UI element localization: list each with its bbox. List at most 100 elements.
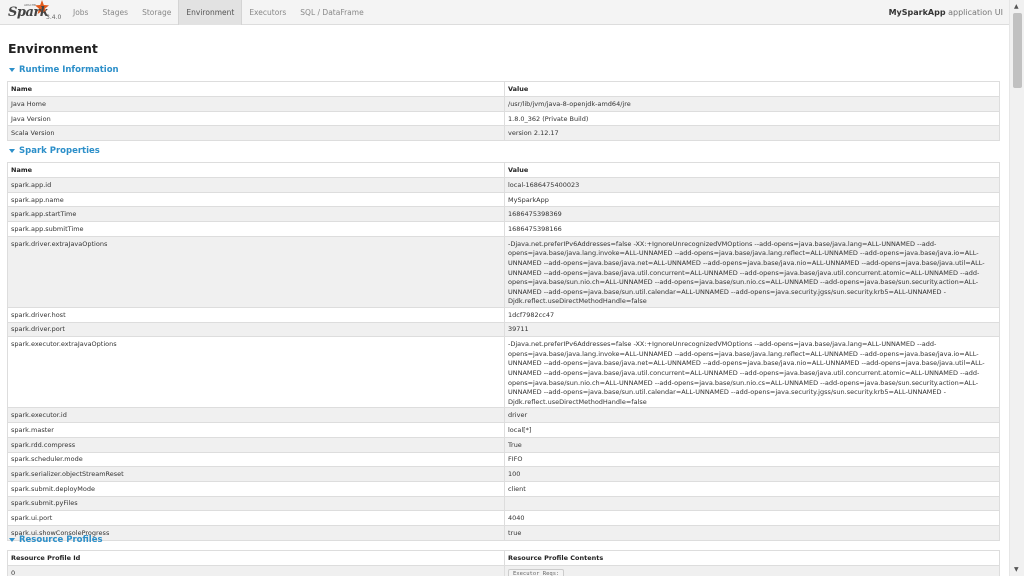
resource-profiles-table: Resource Profile Id Resource Profile Con… — [7, 550, 1000, 576]
table-row: spark.driver.host 1dcf7982cc47 — [7, 306, 1000, 323]
cell-value: /usr/lib/jvm/java-8-openjdk-amd64/jre — [504, 96, 1000, 112]
cell-value: local-1686475400023 — [504, 177, 1000, 193]
section-title: Resource Profiles — [19, 535, 103, 545]
cell-value: version 2.12.17 — [504, 125, 1000, 142]
cell-value: 1dcf7982cc47 — [504, 306, 1000, 323]
column-header-name[interactable]: Name — [7, 162, 505, 178]
executor-reqs-block: Executor Reqs: — [508, 569, 565, 576]
scroll-down-icon[interactable]: ▼ — [1014, 566, 1019, 573]
cell-name: spark.driver.host — [7, 306, 505, 323]
cell-name: spark.scheduler.mode — [7, 451, 505, 468]
table-row: Java Version 1.8.0_362 (Private Build) — [7, 110, 1000, 127]
column-header-resource-profile-contents[interactable]: Resource Profile Contents — [504, 550, 1000, 566]
cell-name: spark.driver.extraJavaOptions — [7, 235, 505, 308]
nav-tabs: Jobs Stages Storage Environment Executor… — [66, 0, 371, 25]
runtime-information-table: Name Value Java Home/usr/lib/jvm/java-8-… — [7, 81, 1000, 142]
cell-value: -Djava.net.preferIPv6Addresses=false -XX… — [504, 336, 1000, 409]
section-spark-properties[interactable]: Spark Properties — [8, 146, 100, 156]
spark-logo[interactable]: APACHE Spark 3.4.0 — [6, 0, 62, 25]
cell-value: true — [504, 524, 1000, 541]
cell-name: spark.submit.deployMode — [7, 480, 505, 497]
cell-value: MySparkApp — [504, 191, 1000, 208]
table-row: spark.driver.extraJavaOptions -Djava.net.… — [7, 235, 1000, 308]
cell-value: 1686475398369 — [504, 206, 1000, 223]
table-row: spark.executor.extraJavaOptions -Djava.ne… — [7, 336, 1000, 409]
app-suffix: application UI — [948, 8, 1003, 17]
cell-name: spark.driver.port — [7, 321, 505, 338]
cell-value: 1.8.0_362 (Private Build) — [504, 110, 1000, 127]
main-content: Environment Runtime Information Name Val… — [0, 25, 1009, 576]
tab-storage[interactable]: Storage — [135, 0, 178, 25]
column-header-value[interactable]: Value — [504, 162, 1000, 178]
spark-version: 3.4.0 — [46, 14, 62, 21]
table-row: Java Home/usr/lib/jvm/java-8-openjdk-amd… — [7, 96, 1000, 112]
cell-value: Executor Reqs: — [504, 565, 1000, 576]
cell-name: spark.app.name — [7, 191, 505, 208]
cell-value: driver — [504, 407, 1000, 424]
table-row: spark.submit.deployMode client — [7, 480, 1000, 497]
table-row: spark.rdd.compress True — [7, 436, 1000, 453]
vertical-scrollbar[interactable]: ▲ ▼ — [1009, 0, 1024, 576]
cell-value: local[*] — [504, 422, 1000, 438]
cell-value: FIFO — [504, 451, 1000, 468]
cell-name: spark.ui.port — [7, 510, 505, 526]
cell-value: True — [504, 436, 1000, 453]
cell-value: 100 — [504, 466, 1000, 482]
cell-name: Java Home — [7, 96, 505, 112]
tab-jobs[interactable]: Jobs — [66, 0, 95, 25]
caret-down-icon — [9, 68, 15, 72]
app-name-label: MySparkApp application UI — [889, 0, 1003, 25]
column-header-value[interactable]: Value — [504, 81, 1000, 97]
table-row: spark.submit.pyFiles — [7, 495, 1000, 512]
cell-name: Scala Version — [7, 125, 505, 142]
navbar: APACHE Spark 3.4.0 Jobs Stages Storage E… — [0, 0, 1009, 25]
cell-value: 1686475398166 — [504, 221, 1000, 237]
cell-name: spark.app.id — [7, 177, 505, 193]
page-title: Environment — [8, 41, 98, 56]
cell-value: 39711 — [504, 321, 1000, 338]
table-row: spark.app.name MySparkApp — [7, 191, 1000, 208]
cell-name: spark.executor.extraJavaOptions — [7, 336, 505, 409]
table-row: 0 Executor Reqs: — [7, 565, 1000, 576]
cell-value: 4040 — [504, 510, 1000, 526]
cell-name: 0 — [7, 565, 505, 576]
column-header-name[interactable]: Name — [7, 81, 505, 97]
cell-value: client — [504, 480, 1000, 497]
table-row: spark.app.submitTime 1686475398166 — [7, 221, 1000, 237]
scroll-up-icon[interactable]: ▲ — [1014, 3, 1019, 10]
table-row: spark.ui.showConsoleProgress true — [7, 524, 1000, 541]
column-header-resource-profile-id[interactable]: Resource Profile Id — [7, 550, 505, 566]
section-title: Spark Properties — [19, 146, 100, 156]
table-row: spark.app.startTime 1686475398369 — [7, 206, 1000, 223]
caret-down-icon — [9, 149, 15, 153]
section-resource-profiles[interactable]: Resource Profiles — [8, 535, 103, 545]
tab-environment[interactable]: Environment — [178, 0, 243, 25]
cell-name: spark.executor.id — [7, 407, 505, 424]
tab-sql-dataframe[interactable]: SQL / DataFrame — [293, 0, 370, 25]
table-row: spark.ui.port 4040 — [7, 510, 1000, 526]
tab-executors[interactable]: Executors — [242, 0, 293, 25]
caret-down-icon — [9, 538, 15, 542]
cell-value: -Djava.net.preferIPv6Addresses=false -XX… — [504, 235, 1000, 308]
cell-name: spark.master — [7, 422, 505, 438]
cell-name: spark.app.submitTime — [7, 221, 505, 237]
table-row: spark.scheduler.mode FIFO — [7, 451, 1000, 468]
scrollbar-thumb[interactable] — [1013, 13, 1022, 88]
table-row: spark.app.id local-1686475400023 — [7, 177, 1000, 193]
cell-name: spark.rdd.compress — [7, 436, 505, 453]
cell-value — [504, 495, 1000, 512]
section-title: Runtime Information — [19, 65, 119, 75]
table-row: spark.master local[*] — [7, 422, 1000, 438]
app-name: MySparkApp — [888, 8, 946, 17]
cell-name: Java Version — [7, 110, 505, 127]
table-row: spark.executor.id driver — [7, 407, 1000, 424]
section-runtime-information[interactable]: Runtime Information — [8, 65, 119, 75]
cell-name: spark.serializer.objectStreamReset — [7, 466, 505, 482]
cell-name: spark.submit.pyFiles — [7, 495, 505, 512]
table-row: Scala Version version 2.12.17 — [7, 125, 1000, 142]
cell-name: spark.app.startTime — [7, 206, 505, 223]
table-row: spark.driver.port 39711 — [7, 321, 1000, 338]
table-row: spark.serializer.objectStreamReset 100 — [7, 466, 1000, 482]
tab-stages[interactable]: Stages — [95, 0, 135, 25]
brand-name: Spark — [8, 5, 49, 20]
